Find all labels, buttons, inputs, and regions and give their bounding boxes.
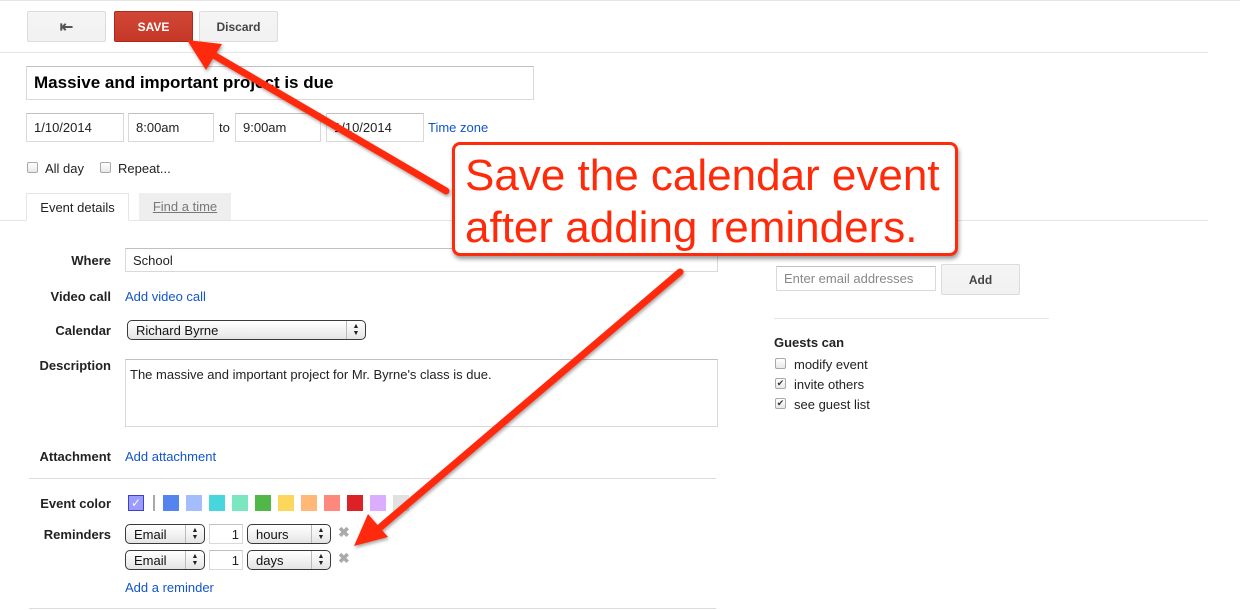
callout-line-2: after adding reminders. [465,203,918,252]
annotation-arrows [187,40,684,546]
arrow-to-reminders [354,268,684,546]
callout-line-1: Save the calendar event [465,151,940,200]
annotation-callout: Save the calendar event after adding rem… [452,142,958,256]
arrow-to-save [187,40,450,195]
